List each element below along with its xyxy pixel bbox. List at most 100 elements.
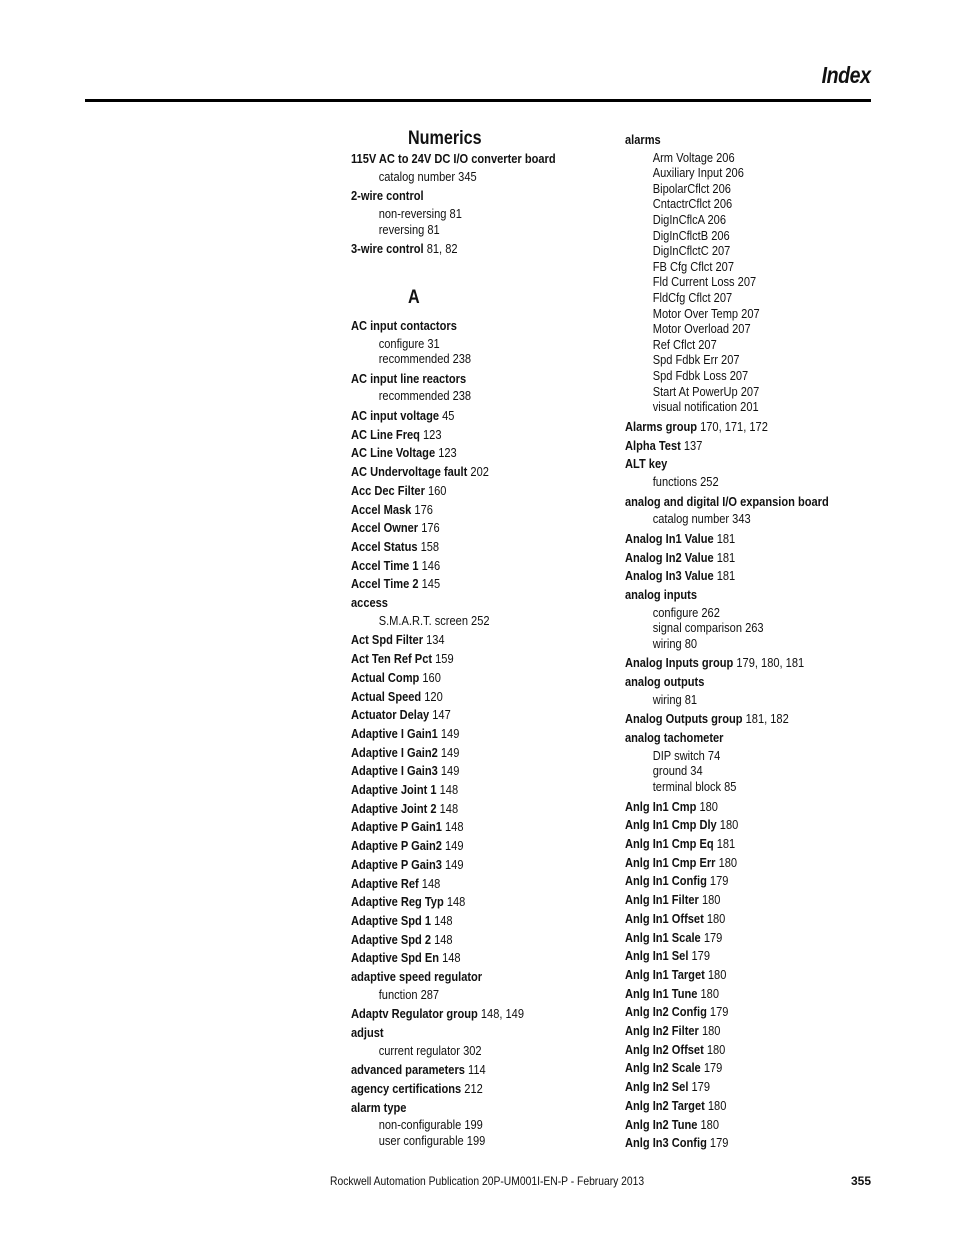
page-reference[interactable]: 180 [700, 986, 718, 1001]
page-reference[interactable]: 180 [708, 1098, 726, 1113]
page-reference[interactable]: 148 [422, 876, 440, 891]
page-reference[interactable]: 146 [422, 558, 440, 573]
page-reference[interactable]: 181 [717, 550, 735, 565]
page-reference[interactable]: 137 [684, 438, 702, 453]
index-subentry[interactable]: BipolarCflct 206 [625, 181, 852, 197]
page-reference[interactable]: 180 [719, 855, 737, 870]
index-subentry[interactable]: FldCfg Cflct 207 [625, 290, 852, 306]
page-reference[interactable]: 114 [468, 1062, 486, 1077]
page-reference[interactable]: 180 [707, 911, 725, 926]
page-reference[interactable]: 181, 182 [746, 711, 789, 726]
index-subentry[interactable]: recommended 238 [351, 351, 578, 367]
page-reference[interactable]: 179 [691, 1079, 709, 1094]
page-reference[interactable]: 149 [441, 726, 459, 741]
page-reference[interactable]: 149 [441, 745, 459, 760]
index-subentry[interactable]: Spd Fdbk Err 207 [625, 352, 852, 368]
index-subentry[interactable]: non-configurable 199 [351, 1117, 578, 1133]
page-reference[interactable]: 148 [434, 913, 452, 928]
index-subentry[interactable]: configure 31 [351, 336, 578, 352]
index-subentry[interactable]: visual notification 201 [625, 399, 852, 415]
index-term: AC input voltage [351, 408, 440, 424]
page-reference[interactable]: 180 [702, 892, 720, 907]
index-subentry[interactable]: DigInCflctC 207 [625, 243, 852, 259]
index-subentry[interactable]: non-reversing 81 [351, 206, 578, 222]
index-subentry[interactable]: recommended 238 [351, 388, 578, 404]
page-reference[interactable]: 123 [438, 445, 456, 460]
page-reference[interactable]: 148 [440, 782, 458, 797]
index-subentry[interactable]: function 287 [351, 987, 578, 1003]
page-reference[interactable]: 149 [445, 838, 463, 853]
page-reference[interactable]: 180 [720, 817, 738, 832]
page-reference[interactable]: 180 [708, 967, 726, 982]
index-subentry[interactable]: Arm Voltage 206 [625, 150, 852, 166]
index-subentry[interactable]: DIP switch 74 [625, 748, 852, 764]
page-reference[interactable]: 181 [717, 531, 735, 546]
page-reference[interactable]: 149 [441, 763, 459, 778]
index-entry: Adaptive Ref 148 [351, 875, 578, 894]
index-subentry[interactable]: configure 262 [625, 605, 852, 621]
page-reference[interactable]: 180 [700, 1117, 718, 1132]
page-reference[interactable]: 158 [421, 539, 439, 554]
page-reference[interactable]: 160 [428, 483, 446, 498]
page-reference[interactable]: 148, 149 [481, 1006, 524, 1021]
index-subentry[interactable]: terminal block 85 [625, 779, 852, 795]
index-entry: Accel Status 158 [351, 538, 578, 557]
page-reference[interactable]: 45 [442, 408, 454, 423]
index-subentry[interactable]: wiring 80 [625, 636, 852, 652]
index-subentry[interactable]: Fld Current Loss 207 [625, 274, 852, 290]
index-subentry[interactable]: catalog number 345 [351, 169, 578, 185]
index-subentry[interactable]: Ref Cflct 207 [625, 337, 852, 353]
page-reference[interactable]: 179 [710, 1004, 728, 1019]
page-reference[interactable]: 179 [691, 948, 709, 963]
page-reference[interactable]: 148 [434, 932, 452, 947]
page-reference[interactable]: 134 [426, 632, 444, 647]
index-subentry[interactable]: DigInCflctB 206 [625, 228, 852, 244]
page-reference[interactable]: 159 [435, 651, 453, 666]
index-subentry[interactable]: catalog number 343 [625, 511, 852, 527]
page-reference[interactable]: 176 [421, 520, 439, 535]
index-subentry[interactable]: user configurable 199 [351, 1133, 578, 1149]
index-subentry[interactable]: current regulator 302 [351, 1043, 578, 1059]
page-reference[interactable]: 179, 180, 181 [736, 655, 804, 670]
page-reference[interactable]: 148 [440, 801, 458, 816]
page-reference[interactable]: 120 [424, 689, 442, 704]
index-subentry[interactable]: DigInCflcA 206 [625, 212, 852, 228]
index-subentry[interactable]: Spd Fdbk Loss 207 [625, 368, 852, 384]
index-subentry[interactable]: Motor Over Temp 207 [625, 306, 852, 322]
page-reference[interactable]: 180 [702, 1023, 720, 1038]
index-subentry[interactable]: signal comparison 263 [625, 620, 852, 636]
page-reference[interactable]: 179 [704, 1060, 722, 1075]
page-reference[interactable]: 179 [710, 1135, 728, 1150]
index-term: Adaptive Reg Typ [351, 894, 444, 910]
index-subentry[interactable]: reversing 81 [351, 222, 578, 238]
index-subentry[interactable]: Motor Overload 207 [625, 321, 852, 337]
page-reference[interactable]: 149 [445, 857, 463, 872]
page-reference[interactable]: 81, 82 [427, 241, 458, 256]
page-reference[interactable]: 148 [445, 819, 463, 834]
index-subentry[interactable]: CntactrCflct 206 [625, 196, 852, 212]
index-subentry[interactable]: S.M.A.R.T. screen 252 [351, 613, 578, 629]
page-reference[interactable]: 145 [422, 576, 440, 591]
page-reference[interactable]: 202 [470, 464, 488, 479]
index-term: Acc Dec Filter [351, 482, 425, 498]
index-subentry[interactable]: Auxiliary Input 206 [625, 165, 852, 181]
page-reference[interactable]: 181 [717, 568, 735, 583]
index-subentry[interactable]: Start At PowerUp 207 [625, 384, 852, 400]
page-reference[interactable]: 148 [442, 950, 460, 965]
page-reference[interactable]: 160 [422, 670, 440, 685]
index-subentry[interactable]: FB Cfg Cflct 207 [625, 259, 852, 275]
page-reference[interactable]: 180 [699, 799, 717, 814]
page-reference[interactable]: 148 [447, 894, 465, 909]
page-reference[interactable]: 179 [704, 930, 722, 945]
page-reference[interactable]: 179 [710, 873, 728, 888]
index-subentry[interactable]: ground 34 [625, 763, 852, 779]
page-reference[interactable]: 212 [464, 1081, 482, 1096]
page-reference[interactable]: 123 [423, 427, 441, 442]
page-reference[interactable]: 181 [717, 836, 735, 851]
index-subentry[interactable]: functions 252 [625, 474, 852, 490]
page-reference[interactable]: 180 [707, 1042, 725, 1057]
index-subentry[interactable]: wiring 81 [625, 692, 852, 708]
page-reference[interactable]: 170, 171, 172 [700, 419, 768, 434]
page-reference[interactable]: 147 [432, 707, 450, 722]
page-reference[interactable]: 176 [414, 502, 432, 517]
